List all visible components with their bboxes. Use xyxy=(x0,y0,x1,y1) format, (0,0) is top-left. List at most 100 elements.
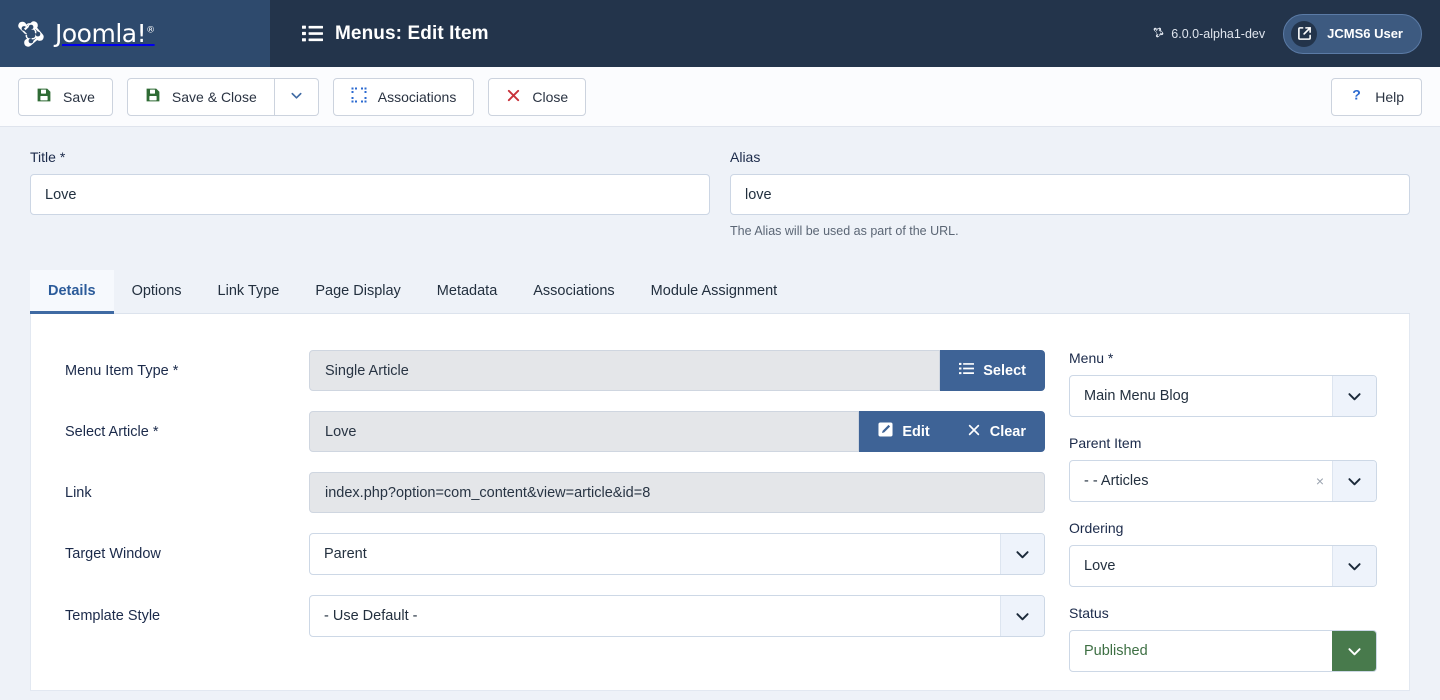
target-window-row: Target Window Parent xyxy=(65,533,1045,575)
status-value: Published xyxy=(1084,643,1148,659)
status-label: Status xyxy=(1069,605,1109,621)
svg-text:?: ? xyxy=(1352,87,1361,103)
tab-options[interactable]: Options xyxy=(114,270,200,314)
list-icon xyxy=(959,361,975,380)
tab-bar: Details Options Link Type Page Display M… xyxy=(30,270,1410,314)
save-icon xyxy=(36,87,52,106)
tab-associations[interactable]: Associations xyxy=(515,270,632,314)
help-button[interactable]: ? Help xyxy=(1331,77,1422,116)
edit-button-label: Edit xyxy=(902,423,930,440)
alias-help-text: The Alias will be used as part of the UR… xyxy=(730,224,959,238)
app-header: Joomla!® Menus: Edit Item 6.0.0-alpha1-d… xyxy=(0,0,1440,67)
select-menu-item-type-button[interactable]: Select xyxy=(940,350,1045,391)
menu-label: Menu * xyxy=(1069,350,1114,366)
status-field-group: Status Published xyxy=(1069,605,1377,672)
menu-value: Main Menu Blog xyxy=(1084,388,1189,404)
user-name-label: JCMS6 User xyxy=(1327,26,1403,41)
details-right-column: Menu * Main Menu Blog Parent Item - - Ar… xyxy=(1069,350,1409,690)
save-dropdown-toggle[interactable] xyxy=(274,77,319,116)
brand-wordmark: Joomla!® xyxy=(55,19,155,48)
save-button[interactable]: Save xyxy=(18,77,113,116)
version-indicator: 6.0.0-alpha1-dev xyxy=(1152,26,1265,42)
template-style-select[interactable]: - Use Default - xyxy=(309,595,1045,637)
tab-page-display[interactable]: Page Display xyxy=(297,270,418,314)
tab-metadata[interactable]: Metadata xyxy=(419,270,515,314)
save-close-group: Save & Close xyxy=(126,77,319,116)
menu-control: Main Menu Blog xyxy=(1069,375,1377,417)
link-control: index.php?option=com_content&view=articl… xyxy=(309,472,1045,513)
details-left-column: Menu Item Type * Single Article Select S… xyxy=(31,350,1069,690)
external-link-icon xyxy=(1291,20,1318,47)
menu-item-type-label: Menu Item Type * xyxy=(65,362,179,379)
save-and-close-button[interactable]: Save & Close xyxy=(126,77,275,116)
menu-item-type-row: Menu Item Type * Single Article Select xyxy=(65,350,1045,391)
status-control: Published xyxy=(1069,630,1377,672)
alias-label: Alias xyxy=(730,149,761,165)
version-label: 6.0.0-alpha1-dev xyxy=(1171,26,1266,41)
alias-input[interactable] xyxy=(730,174,1410,215)
menu-list-icon xyxy=(302,23,323,44)
chevron-down-icon[interactable] xyxy=(1332,376,1376,416)
close-button[interactable]: Close xyxy=(488,77,587,116)
ordering-select[interactable]: Love xyxy=(1069,545,1377,587)
details-panel: Menu Item Type * Single Article Select S… xyxy=(30,314,1410,691)
title-field-group: Title * xyxy=(30,149,710,238)
template-style-label: Template Style xyxy=(65,608,161,624)
parent-item-field-group: Parent Item - - Articles × xyxy=(1069,435,1377,502)
tab-details[interactable]: Details xyxy=(30,270,114,314)
header-right-area: 6.0.0-alpha1-dev JCMS6 User xyxy=(1152,0,1440,67)
user-menu-button[interactable]: JCMS6 User xyxy=(1283,13,1422,54)
select-article-control: Love Edit Clear xyxy=(309,411,1045,452)
tab-module-assignment[interactable]: Module Assignment xyxy=(633,270,796,314)
close-label: Close xyxy=(532,88,569,105)
select-article-row: Select Article * Love Edit Clear xyxy=(65,411,1045,452)
joomla-logo-icon xyxy=(14,17,48,51)
alias-field-group: Alias The Alias will be used as part of … xyxy=(730,149,1410,238)
title-label: Title * xyxy=(30,149,66,165)
template-style-control: - Use Default - xyxy=(309,595,1045,637)
chevron-down-icon[interactable] xyxy=(1332,461,1376,501)
compress-arrows-icon xyxy=(351,87,367,106)
title-alias-row: Title * Alias The Alias will be used as … xyxy=(30,149,1410,238)
target-window-select[interactable]: Parent xyxy=(309,533,1045,575)
template-style-value: - Use Default - xyxy=(324,608,418,624)
ordering-field-group: Ordering Love xyxy=(1069,520,1377,587)
parent-item-clear-icon[interactable]: × xyxy=(1308,473,1332,489)
parent-item-select[interactable]: - - Articles × xyxy=(1069,460,1377,502)
menu-item-type-value: Single Article xyxy=(309,350,941,391)
select-article-value: Love xyxy=(309,411,860,452)
joomla-logo-link[interactable]: Joomla!® xyxy=(14,17,155,51)
menu-select[interactable]: Main Menu Blog xyxy=(1069,375,1377,417)
chevron-down-icon xyxy=(289,88,304,106)
parent-item-control: - - Articles × xyxy=(1069,460,1377,502)
ordering-value: Love xyxy=(1084,558,1116,574)
question-mark-icon: ? xyxy=(1349,87,1364,106)
title-input[interactable] xyxy=(30,174,710,215)
chevron-down-icon[interactable] xyxy=(1332,546,1376,586)
select-button-label: Select xyxy=(983,362,1026,379)
menu-item-type-control: Single Article Select xyxy=(309,350,1045,391)
ordering-control: Love xyxy=(1069,545,1377,587)
ordering-label: Ordering xyxy=(1069,520,1124,536)
associations-button[interactable]: Associations xyxy=(332,77,475,116)
clear-button-label: Clear xyxy=(989,423,1026,440)
chevron-down-icon[interactable] xyxy=(1332,631,1376,671)
save-label: Save xyxy=(63,88,95,105)
parent-item-label: Parent Item xyxy=(1069,435,1142,451)
close-x-icon xyxy=(967,423,981,441)
status-select[interactable]: Published xyxy=(1069,630,1377,672)
menu-field-group: Menu * Main Menu Blog xyxy=(1069,350,1377,417)
clear-article-button[interactable]: Clear xyxy=(947,411,1045,452)
chevron-down-icon[interactable] xyxy=(1000,596,1044,636)
close-icon xyxy=(506,88,521,106)
link-row: Link index.php?option=com_content&view=a… xyxy=(65,472,1045,513)
select-article-label: Select Article * xyxy=(65,423,159,440)
save-and-close-label: Save & Close xyxy=(171,88,257,105)
page-title-area: Menus: Edit Item xyxy=(270,0,1152,67)
edit-article-button[interactable]: Edit xyxy=(859,411,948,452)
target-window-value: Parent xyxy=(324,546,367,562)
tab-link-type[interactable]: Link Type xyxy=(200,270,298,314)
target-window-control: Parent xyxy=(309,533,1045,575)
link-label: Link xyxy=(65,484,92,501)
chevron-down-icon[interactable] xyxy=(1000,534,1044,574)
